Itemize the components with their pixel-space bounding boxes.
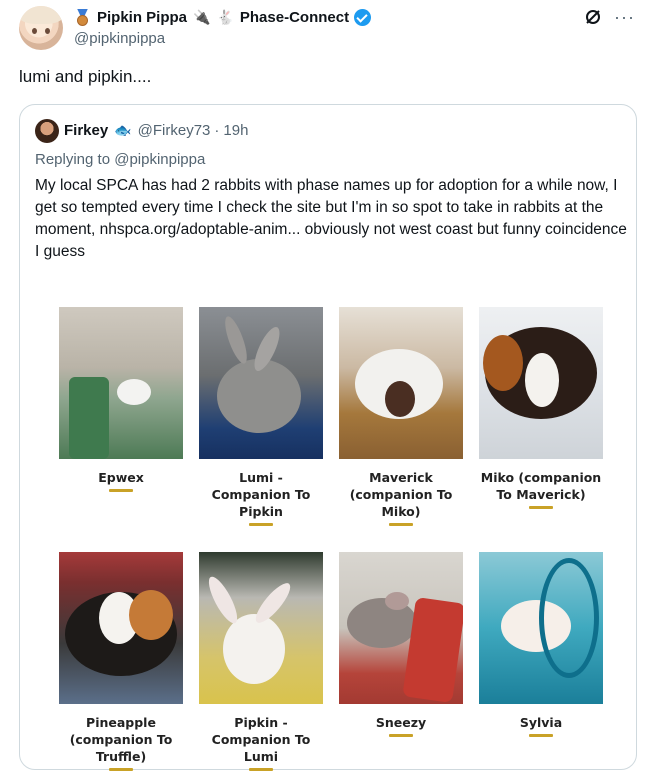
avatar-eye-left [32, 28, 37, 34]
pet-photo [479, 552, 603, 704]
quote-header: Firkey 🐟 @Firkey73 · 19h [64, 122, 248, 139]
quote-author-name[interactable]: Firkey [64, 122, 108, 139]
pet-name: Epwex [98, 470, 144, 485]
pet-card: Sneezy [339, 552, 463, 737]
pet-card: Epwex [59, 307, 183, 492]
pet-card: Miko (companion To Maverick) [479, 307, 603, 509]
pet-photo [479, 307, 603, 459]
author-name-suffix[interactable]: Phase-Connect [240, 9, 349, 26]
pet-name: Pipkin - Companion To Lumi [211, 715, 311, 764]
verified-badge-icon[interactable] [354, 8, 372, 26]
avatar-hair [19, 6, 63, 24]
caption-underline [249, 523, 273, 526]
caption-underline [389, 523, 413, 526]
pet-name: Pineapple (companion To Truffle) [69, 715, 173, 764]
pet-photo [339, 307, 463, 459]
pet-card: Lumi - Companion To Pipkin [199, 307, 323, 526]
pet-card: Pipkin - Companion To Lumi [199, 552, 323, 771]
caption-underline [529, 734, 553, 737]
plug-icon: 🔌 [193, 8, 211, 25]
fish-icon: 🐟 [114, 122, 132, 138]
medal-icon [74, 8, 91, 26]
pet-card: Maverick (companion To Miko) [339, 307, 463, 526]
author-avatar[interactable] [19, 6, 63, 50]
pet-name: Lumi - Companion To Pipkin [211, 470, 311, 519]
quote-author-avatar[interactable] [35, 119, 59, 143]
pet-card: Pineapple (companion To Truffle) [59, 552, 183, 771]
more-icon[interactable]: ··· [614, 8, 635, 26]
meta-separator: · [214, 122, 220, 139]
caption-underline [109, 768, 133, 771]
caption-underline [249, 768, 273, 771]
avatar-eye-right [45, 28, 50, 34]
pet-card: Sylvia [479, 552, 603, 737]
replying-to: Replying to @pipkinpippa [35, 151, 206, 168]
pet-name: Miko (companion To Maverick) [480, 470, 602, 502]
rabbit-icon: 🐇 [216, 8, 234, 25]
author-display-name[interactable]: Pipkin Pippa [97, 9, 187, 26]
tweet-text: lumi and pipkin.... [19, 67, 152, 86]
caption-underline [109, 489, 133, 492]
grok-slash-icon[interactable] [584, 8, 602, 26]
quote-text: My local SPCA has had 2 rabbits with pha… [35, 177, 627, 260]
pet-photo [59, 307, 183, 459]
caption-underline [529, 506, 553, 509]
adoption-image[interactable]: Epwex Lumi - Companion To Pipkin Maveric… [21, 282, 637, 771]
author-header: Pipkin Pippa 🔌 🐇 Phase-Connect [74, 7, 372, 27]
quoted-tweet[interactable]: Firkey 🐟 @Firkey73 · 19h Replying to @pi… [19, 104, 637, 771]
caption-underline [389, 734, 413, 737]
quote-handle[interactable]: @Firkey73 [138, 122, 211, 139]
pet-name: Sneezy [375, 715, 427, 730]
pet-name: Maverick (companion To Miko) [349, 470, 453, 519]
pet-photo [199, 552, 323, 704]
tweet-actions: ··· [584, 8, 635, 26]
pet-photo [339, 552, 463, 704]
pet-name: Sylvia [519, 715, 563, 730]
pet-photo [199, 307, 323, 459]
quote-time[interactable]: 19h [223, 122, 248, 139]
author-handle[interactable]: @pipkinpippa [74, 30, 165, 47]
pet-photo [59, 552, 183, 704]
